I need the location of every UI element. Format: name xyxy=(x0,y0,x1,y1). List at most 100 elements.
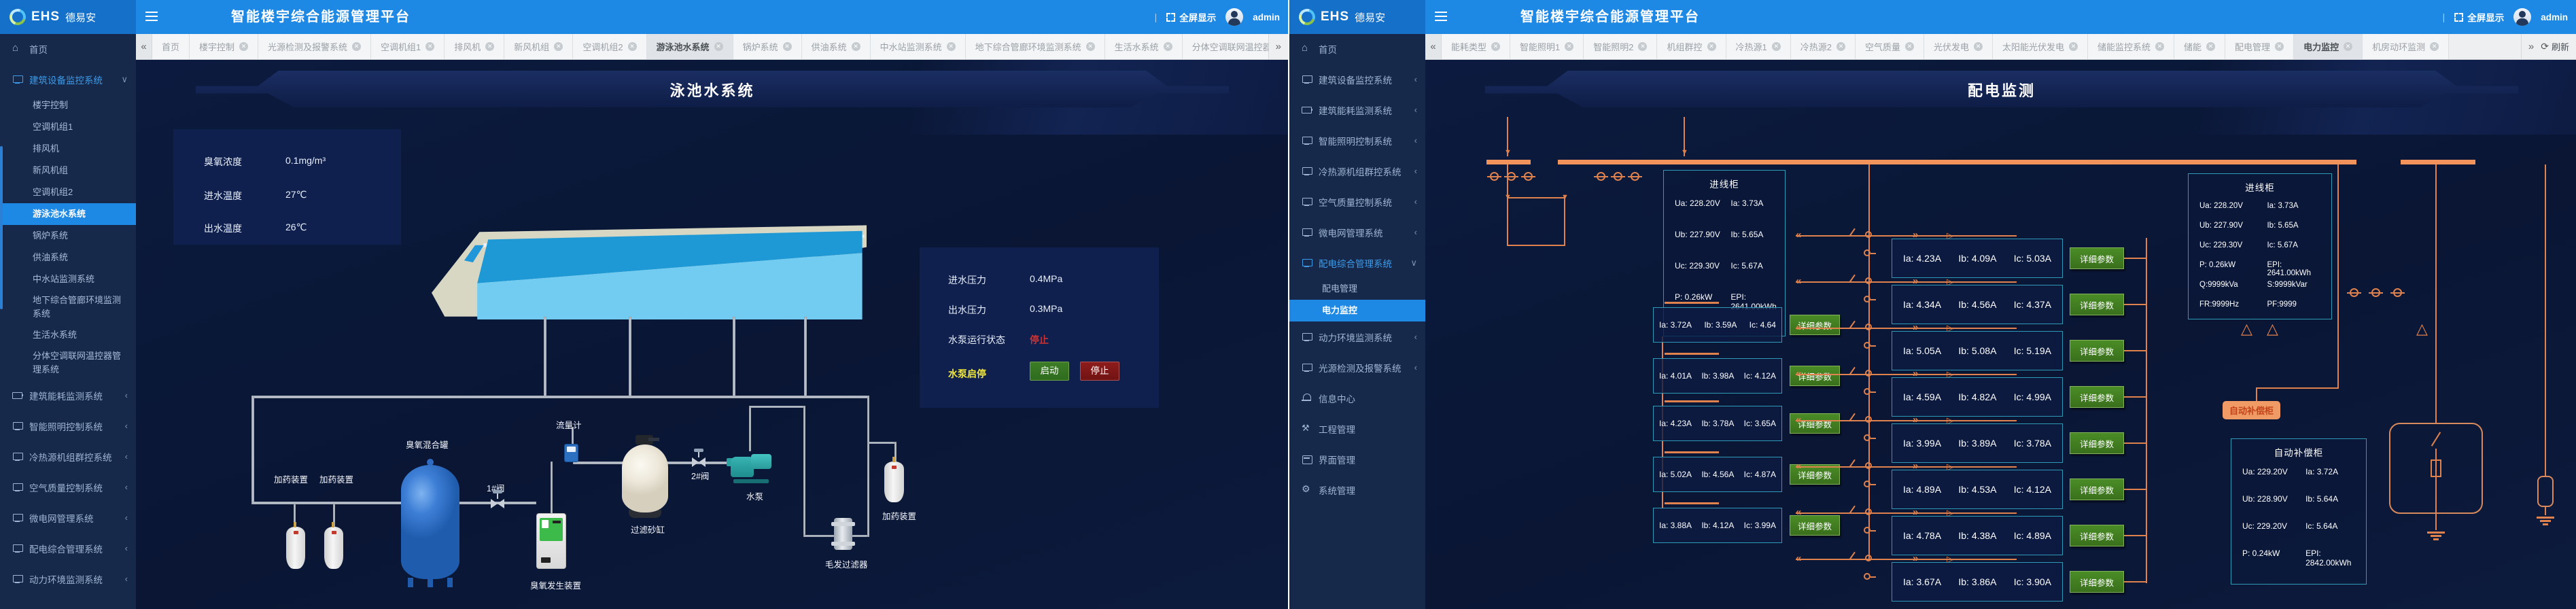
tab-close-icon[interactable]: ✕ xyxy=(554,42,563,51)
detail-params-button[interactable]: 详细参数 xyxy=(2070,478,2124,500)
sidebar-item-智能照明控制系统[interactable]: 智能照明控制系统 ‹ xyxy=(1289,125,1425,156)
tab-close-icon[interactable]: ✕ xyxy=(783,42,792,51)
sidebar-item-空调机组1[interactable]: 空调机组1 xyxy=(0,116,136,138)
tab-电力监控[interactable]: 电力监控 ✕ xyxy=(2294,34,2363,59)
sidebar-item-新风机组[interactable]: 新风机组 xyxy=(0,160,136,181)
sidebar-item-配电综合管理系统[interactable]: 配电综合管理系统 ∨ xyxy=(1289,247,1425,278)
tab-能耗类型[interactable]: 能耗类型 ✕ xyxy=(1442,34,1510,59)
sidebar-item-首页[interactable]: 首页 xyxy=(0,34,136,64)
detail-params-button[interactable]: 详细参数 xyxy=(2070,432,2124,454)
tab-close-icon[interactable]: ✕ xyxy=(1707,42,1716,51)
sidebar-item-信息中心[interactable]: 信息中心 xyxy=(1289,383,1425,413)
tab-智能照明2[interactable]: 智能照明2 ✕ xyxy=(1584,34,1657,59)
tabs-next-button[interactable]: » xyxy=(1276,41,1281,52)
sidebar-item-配电综合管理系统[interactable]: 配电综合管理系统 ‹ xyxy=(0,533,136,563)
tab-储能监控系统[interactable]: 储能监控系统 ✕ xyxy=(2088,34,2174,59)
sidebar-item-智能照明控制系统[interactable]: 智能照明控制系统 ‹ xyxy=(0,411,136,441)
pump-stop-button[interactable]: 停止 xyxy=(1080,362,1119,381)
detail-params-button[interactable]: 详细参数 xyxy=(2070,525,2124,546)
tab-close-icon[interactable]: ✕ xyxy=(1772,42,1781,51)
detail-params-button[interactable]: 详细参数 xyxy=(2070,340,2124,362)
tab-冷热源2[interactable]: 冷热源2 ✕ xyxy=(1791,34,1856,59)
tab-锅炉系统[interactable]: 锅炉系统 ✕ xyxy=(733,34,802,59)
tab-close-icon[interactable]: ✕ xyxy=(947,42,956,51)
sidebar-item-建筑能耗监测系统[interactable]: 建筑能耗监测系统 ‹ xyxy=(1289,94,1425,125)
refresh-button[interactable]: ⟳ 刷新 xyxy=(2541,40,2569,53)
sidebar-item-建筑能耗监测系统[interactable]: 建筑能耗监测系统 ‹ xyxy=(0,380,136,411)
sidebar-item-生活水系统[interactable]: 生活水系统 xyxy=(0,324,136,346)
tab-close-icon[interactable]: ✕ xyxy=(1565,42,1573,51)
sidebar-item-光源检测及报警系统[interactable]: 光源检测及报警系统 ‹ xyxy=(1289,352,1425,383)
tab-中水站监测系统[interactable]: 中水站监测系统 ✕ xyxy=(871,34,966,59)
tab-排风机[interactable]: 排风机 ✕ xyxy=(445,34,504,59)
tab-close-icon[interactable]: ✕ xyxy=(1974,42,1983,51)
sidebar-item-微电网管理系统[interactable]: 微电网管理系统 ‹ xyxy=(1289,217,1425,247)
sidebar-item-空调机组2[interactable]: 空调机组2 xyxy=(0,181,136,203)
tab-close-icon[interactable]: ✕ xyxy=(485,42,494,51)
sidebar-item-中水站监测系统[interactable]: 中水站监测系统 xyxy=(0,268,136,290)
sidebar-item-电力监控[interactable]: 电力监控 xyxy=(1289,300,1425,321)
tabs-next-button[interactable]: » xyxy=(2528,41,2534,52)
sidebar-item-锅炉系统[interactable]: 锅炉系统 xyxy=(0,225,136,247)
detail-params-button[interactable]: 详细参数 xyxy=(2070,571,2124,593)
tab-楼宇控制[interactable]: 楼宇控制 ✕ xyxy=(190,34,258,59)
detail-params-button[interactable]: 详细参数 xyxy=(2070,247,2124,269)
tab-光源检测及报警系统[interactable]: 光源检测及报警系统 ✕ xyxy=(258,34,371,59)
tab-游泳池水系统[interactable]: 游泳池水系统 ✕ xyxy=(647,34,733,59)
menu-toggle-icon[interactable] xyxy=(145,12,158,13)
tab-close-icon[interactable]: ✕ xyxy=(1905,42,1914,51)
tab-close-icon[interactable]: ✕ xyxy=(2344,42,2352,51)
sidebar-item-地下综合管廊环境监测系统[interactable]: 地下综合管廊环境监测系统 xyxy=(0,290,136,324)
tab-生活水系统[interactable]: 生活水系统 ✕ xyxy=(1105,34,1183,59)
brand-logo[interactable]: EHS 德易安 xyxy=(0,0,136,34)
valve-2[interactable] xyxy=(692,457,706,467)
fullscreen-button[interactable]: 全屏显示 xyxy=(1166,10,1216,24)
tab-供油系统[interactable]: 供油系统 ✕ xyxy=(802,34,871,59)
sidebar-item-界面管理[interactable]: 界面管理 xyxy=(1289,444,1425,474)
sidebar-item-动力环境监测系统[interactable]: 动力环境监测系统 ‹ xyxy=(0,563,136,594)
tab-close-icon[interactable]: ✕ xyxy=(352,42,361,51)
compensation-cabinet-tag[interactable]: 自动补偿柜 xyxy=(2223,401,2280,419)
sidebar-item-配电管理[interactable]: 配电管理 xyxy=(1289,278,1425,300)
brand-logo[interactable]: EHS 德易安 xyxy=(1289,0,1425,34)
tab-close-icon[interactable]: ✕ xyxy=(1638,42,1647,51)
sidebar-item-供油系统[interactable]: 供油系统 xyxy=(0,247,136,268)
detail-params-button[interactable]: 详细参数 xyxy=(2070,294,2124,315)
tabs-prev-button[interactable]: « xyxy=(136,34,152,59)
tab-储能[interactable]: 储能 ✕ xyxy=(2174,34,2225,59)
tab-新风机组[interactable]: 新风机组 ✕ xyxy=(504,34,573,59)
sidebar-item-动力环境监测系统[interactable]: 动力环境监测系统 ‹ xyxy=(1289,321,1425,352)
avatar[interactable] xyxy=(2513,8,2531,26)
tab-智能照明1[interactable]: 智能照明1 ✕ xyxy=(1510,34,1584,59)
tab-光伏发电[interactable]: 光伏发电 ✕ xyxy=(1924,34,1993,59)
sidebar-item-微电网管理系统[interactable]: 微电网管理系统 ‹ xyxy=(0,502,136,533)
sidebar-item-冷热源机组群控系统[interactable]: 冷热源机组群控系统 ‹ xyxy=(1289,156,1425,186)
tab-close-icon[interactable]: ✕ xyxy=(2069,42,2078,51)
detail-params-button[interactable]: 详细参数 xyxy=(2070,386,2124,408)
tab-close-icon[interactable]: ✕ xyxy=(628,42,637,51)
tab-机组群控[interactable]: 机组群控 ✕ xyxy=(1657,34,1726,59)
tab-close-icon[interactable]: ✕ xyxy=(425,42,434,51)
username[interactable]: admin xyxy=(1253,12,1280,22)
tab-配电管理[interactable]: 配电管理 ✕ xyxy=(2225,34,2294,59)
tab-机房动环监测[interactable]: 机房动环监测 ✕ xyxy=(2363,34,2449,59)
menu-toggle-icon[interactable] xyxy=(1435,12,1447,13)
fullscreen-button[interactable]: 全屏显示 xyxy=(2454,10,2504,24)
tab-冷热源1[interactable]: 冷热源1 ✕ xyxy=(1726,34,1791,59)
pump-start-button[interactable]: 启动 xyxy=(1030,362,1069,381)
sidebar-item-冷热源机组群控系统[interactable]: 冷热源机组群控系统 ‹ xyxy=(0,441,136,472)
sidebar-item-游泳池水系统[interactable]: 游泳池水系统 xyxy=(0,203,136,225)
tab-close-icon[interactable]: ✕ xyxy=(1837,42,1845,51)
sidebar-item-空气质量控制系统[interactable]: 空气质量控制系统 ‹ xyxy=(1289,186,1425,217)
tab-地下综合管廊环境监测系统[interactable]: 地下综合管廊环境监测系统 ✕ xyxy=(966,34,1105,59)
tab-空调机组1[interactable]: 空调机组1 ✕ xyxy=(371,34,445,59)
tab-首页[interactable]: 首页 xyxy=(152,34,190,59)
sidebar-item-建筑设备监控系统[interactable]: 建筑设备监控系统 ∨ xyxy=(0,64,136,94)
sidebar-item-楼宇控制[interactable]: 楼宇控制 xyxy=(0,94,136,116)
sidebar-item-排风机[interactable]: 排风机 xyxy=(0,138,136,160)
tab-close-icon[interactable]: ✕ xyxy=(1086,42,1095,51)
avatar[interactable] xyxy=(1225,8,1243,26)
tab-close-icon[interactable]: ✕ xyxy=(852,42,860,51)
tab-close-icon[interactable]: ✕ xyxy=(1491,42,1500,51)
tab-close-icon[interactable]: ✕ xyxy=(1164,42,1172,51)
